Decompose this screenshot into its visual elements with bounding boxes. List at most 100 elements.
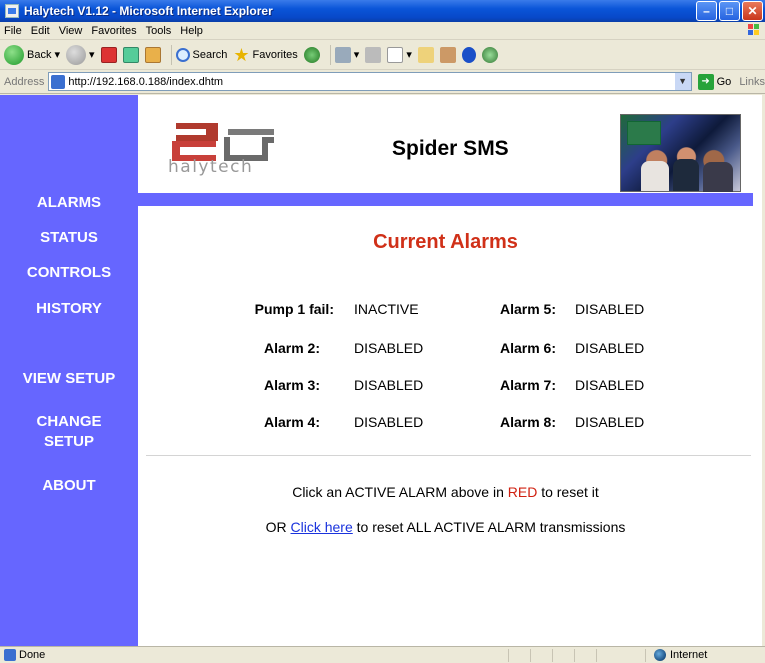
status-separator — [530, 649, 531, 662]
menu-tools[interactable]: Tools — [146, 25, 172, 37]
search-button[interactable]: Search — [175, 47, 228, 62]
header-photo — [620, 114, 741, 192]
photo-person — [703, 162, 733, 192]
alarm-status[interactable]: DISABLED — [575, 377, 644, 393]
books-icon — [439, 46, 456, 63]
address-input[interactable]: http://192.168.0.188/index.dhtm ▼ — [48, 72, 692, 91]
sidebar: ALARMS STATUS CONTROLS HISTORY VIEW SETU… — [0, 95, 138, 646]
go-button[interactable]: ➜ Go — [697, 73, 732, 90]
nav-controls[interactable]: CONTROLS — [0, 263, 138, 283]
globe-icon — [654, 649, 666, 661]
back-button[interactable]: Back ▾ — [4, 44, 60, 65]
content-divider — [146, 455, 751, 456]
bluetooth-button[interactable] — [461, 46, 476, 63]
menu-favorites[interactable]: Favorites — [91, 25, 136, 37]
alarm-status[interactable]: DISABLED — [354, 340, 423, 356]
alarm-label[interactable]: Alarm 4: — [220, 414, 320, 430]
search-label: Search — [192, 48, 228, 61]
bluetooth-icon — [461, 46, 476, 63]
title-bar: Halytech V1.12 - Microsoft Internet Expl… — [0, 0, 765, 22]
research-button[interactable] — [439, 46, 456, 63]
print-button[interactable] — [365, 46, 382, 63]
favorites-label: Favorites — [252, 48, 298, 61]
page-content: ALARMS STATUS CONTROLS HISTORY VIEW SETU… — [0, 95, 765, 646]
status-separator — [645, 649, 646, 662]
address-bar: Address http://192.168.0.188/index.dhtm … — [0, 70, 765, 94]
stop-button[interactable] — [100, 46, 117, 63]
discuss-button[interactable] — [417, 46, 434, 63]
go-arrow-icon: ➜ — [697, 73, 714, 90]
back-label: Back — [27, 48, 52, 61]
links-button[interactable]: Links — [739, 76, 765, 88]
header-divider-bar — [138, 193, 753, 206]
maximize-button[interactable]: □ — [719, 1, 740, 21]
nav-view-setup[interactable]: VIEW SETUP — [0, 369, 138, 389]
alarm-status[interactable]: DISABLED — [575, 340, 644, 356]
alarm-status[interactable]: DISABLED — [575, 301, 644, 317]
reset-all-text: OR — [265, 519, 291, 535]
reset-text: to reset it — [537, 484, 599, 500]
history-button[interactable] — [303, 46, 320, 63]
status-separator — [574, 649, 575, 662]
ie-window-icon — [5, 4, 19, 18]
chevron-down-icon[interactable]: ▼ — [674, 73, 691, 90]
nav-status[interactable]: STATUS — [0, 228, 138, 248]
minimize-button[interactable]: – — [696, 1, 717, 21]
nav-about[interactable]: ABOUT — [0, 476, 138, 496]
reset-all-link[interactable]: Click here — [291, 519, 353, 535]
nav-alarms[interactable]: ALARMS — [0, 193, 138, 213]
alarm-label[interactable]: Alarm 6: — [470, 340, 556, 356]
app-title: Spider SMS — [392, 137, 509, 160]
refresh-button[interactable] — [122, 46, 139, 63]
page-icon — [4, 649, 16, 661]
nav-history[interactable]: HISTORY — [0, 299, 138, 319]
forward-button[interactable]: ▾ — [66, 44, 95, 65]
alarm-status[interactable]: DISABLED — [575, 414, 644, 430]
reset-text: Click an ACTIVE ALARM above in — [292, 484, 508, 500]
alarm-label[interactable]: Alarm 5: — [470, 301, 556, 317]
refresh-icon — [122, 46, 139, 63]
menu-edit[interactable]: Edit — [31, 25, 50, 37]
messenger-icon — [481, 46, 498, 63]
chevron-down-icon: ▾ — [406, 49, 412, 61]
menu-file[interactable]: File — [4, 25, 22, 37]
status-separator — [596, 649, 597, 662]
search-icon — [175, 47, 190, 62]
security-zone: Internet — [654, 649, 707, 661]
stop-icon — [100, 46, 117, 63]
alarm-status[interactable]: DISABLED — [354, 377, 423, 393]
address-url: http://192.168.0.188/index.dhtm — [68, 75, 224, 88]
alarm-label[interactable]: Alarm 8: — [470, 414, 556, 430]
messenger-button[interactable] — [481, 46, 498, 63]
reset-all-text: to reset ALL ACTIVE ALARM transmissions — [352, 519, 626, 535]
alarm-label[interactable]: Pump 1 fail: — [220, 301, 334, 317]
favorites-button[interactable]: ★ Favorites — [233, 46, 297, 64]
red-keyword: RED — [507, 484, 538, 500]
alarm-status[interactable]: INACTIVE — [354, 301, 419, 317]
photo-person — [641, 161, 669, 191]
alarm-label[interactable]: Alarm 3: — [220, 377, 320, 393]
go-label: Go — [716, 75, 732, 88]
page-icon — [51, 74, 66, 89]
nav-change-setup[interactable]: CHANGE SETUP — [0, 412, 138, 452]
window-title: Halytech V1.12 - Microsoft Internet Expl… — [24, 4, 273, 18]
forward-arrow-icon — [66, 44, 86, 65]
close-button[interactable]: ✕ — [742, 1, 763, 21]
toolbar-separator — [329, 44, 331, 65]
logo-text: halytech — [168, 157, 254, 177]
address-label: Address — [4, 75, 45, 88]
word-icon — [387, 46, 404, 63]
page-title: Current Alarms — [373, 231, 518, 253]
mail-button[interactable]: ▾ — [334, 46, 359, 63]
edit-button[interactable]: ▾ — [387, 46, 412, 63]
print-icon — [365, 46, 382, 63]
menu-help[interactable]: Help — [180, 25, 203, 37]
menu-view[interactable]: View — [59, 25, 83, 37]
alarm-label[interactable]: Alarm 2: — [220, 340, 320, 356]
alarm-status[interactable]: DISABLED — [354, 414, 423, 430]
photo-monitor — [627, 121, 661, 145]
home-button[interactable] — [144, 46, 161, 63]
window-controls: – □ ✕ — [696, 1, 763, 21]
home-icon — [144, 46, 161, 63]
alarm-label[interactable]: Alarm 7: — [470, 377, 556, 393]
